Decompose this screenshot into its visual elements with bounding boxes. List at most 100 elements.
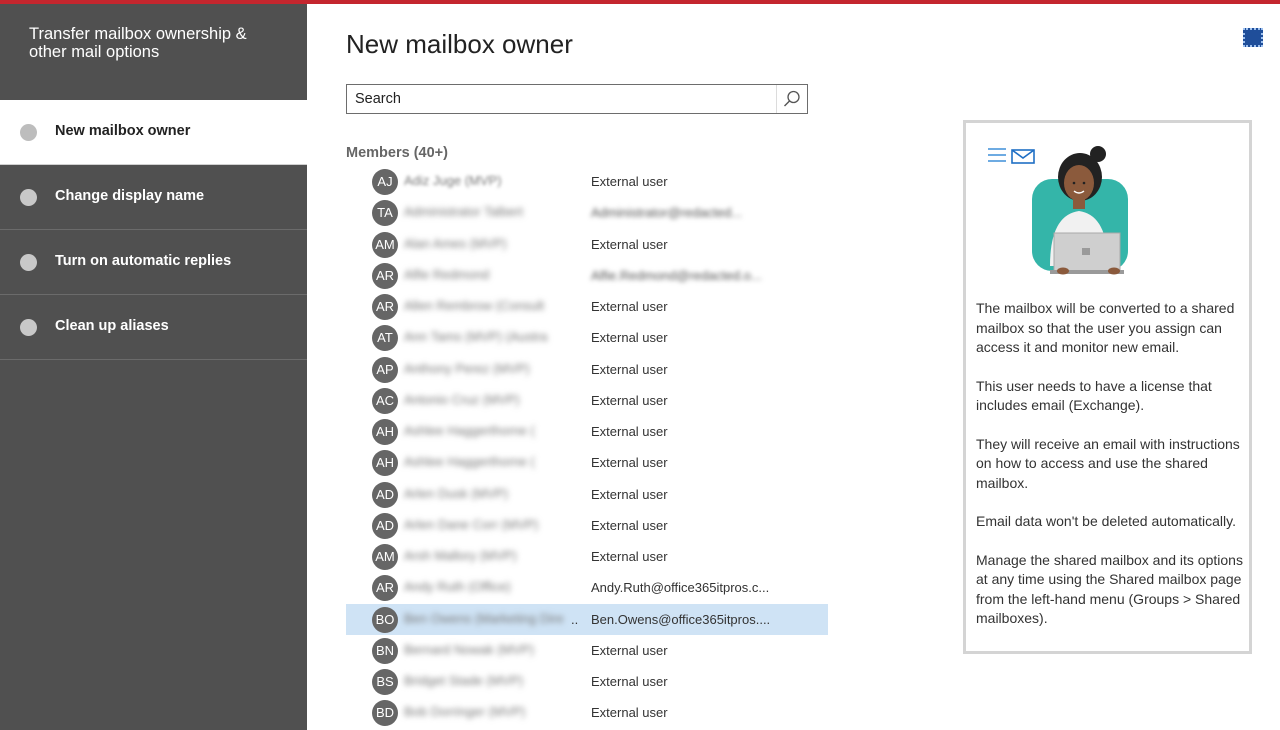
member-row[interactable]: AD Arlen Dusk (MVP) External user (346, 479, 828, 510)
avatar: AH (372, 450, 398, 477)
members-list: AJ Adiz Juge (MVP) External user TA Administ… (346, 166, 828, 730)
avatar: AM (372, 231, 398, 258)
avatar: TA (372, 200, 398, 227)
member-row[interactable]: AC Antonio Cruz (MVP) External user (346, 385, 828, 416)
member-name: Adiz Juge (MVP) (404, 173, 502, 188)
member-email: External user (591, 424, 668, 439)
search-input[interactable] (347, 85, 777, 113)
step-change-display-name[interactable]: Change display name (0, 165, 307, 230)
avatar: AR (372, 294, 398, 320)
person-with-laptop-illustration (988, 146, 1128, 275)
member-email: Andy.Ruth@office365itpros.c... (591, 580, 770, 596)
info-paragraph: Email data won't be deleted automaticall… (976, 513, 1237, 529)
step-label: Clean up aliases (55, 318, 169, 334)
avatar: BO (372, 606, 398, 633)
member-email: External user (591, 330, 668, 346)
member-email: External user (591, 174, 668, 189)
member-row[interactable]: BO Ben Owens (Marketing Dire.. Ben.Owens@o… (346, 603, 828, 635)
step-indicator-icon (20, 319, 37, 336)
member-row[interactable]: AD Arlen Dane Corr (MVP) External user (346, 510, 828, 541)
member-row[interactable]: TA Administrator Talbert Administrator@red… (346, 197, 828, 228)
member-name: Bridget Stade (MVP) (404, 673, 524, 688)
info-text: The mailbox will be converted to a share… (976, 299, 1246, 648)
avatar: AC (372, 387, 398, 414)
step-indicator-icon (20, 124, 37, 141)
page-title: New mailbox owner (346, 29, 573, 59)
member-email: External user (591, 299, 668, 314)
member-name: Alfie Redmond (404, 266, 490, 282)
member-row[interactable]: AH Ashlee Haggerthorne (External user (346, 447, 828, 478)
search-button[interactable] (776, 85, 807, 113)
member-name: Alan Ames (MVP) (404, 235, 507, 251)
member-email: External user (591, 642, 668, 658)
avatar: BN (372, 637, 398, 664)
member-email: External user (591, 549, 668, 564)
member-name-ellipsis: .. (571, 611, 579, 627)
member-name: Ashlee Haggerthorne ( (404, 423, 535, 438)
member-email: External user (591, 392, 668, 408)
avatar: AD (372, 512, 398, 539)
search-icon (784, 90, 800, 107)
avatar: AM (372, 544, 398, 570)
member-email: External user (591, 236, 668, 252)
step-indicator-icon (20, 189, 37, 206)
member-name: Administrator Talbert (404, 204, 523, 220)
info-paragraph: The mailbox will be converted to a share… (976, 300, 1235, 355)
member-row[interactable]: BS Bridget Stade (MVP) External user (346, 666, 828, 697)
step-label: New mailbox owner (55, 123, 191, 139)
member-row[interactable]: AT Ann Tams (MVP) (Austra External user (346, 322, 828, 353)
member-row[interactable]: AR Allen Rembrow (Consult External user (346, 291, 828, 322)
avatar: AP (372, 356, 398, 383)
member-name: Ann Tams (MVP) (Austra (404, 329, 548, 345)
member-name: Allen Rembrow (Consult (404, 298, 545, 313)
avatar: AR (372, 575, 398, 602)
member-row[interactable]: AM Alan Ames (MVP) External user (346, 229, 828, 260)
member-row[interactable]: BN Bernard Nowak (MVP) External user (346, 635, 828, 666)
step-automatic-replies[interactable]: Turn on automatic replies (0, 230, 307, 295)
step-label: Change display name (55, 188, 205, 204)
member-row[interactable]: AR Alfie Redmond Alfie.Redmond@redacted.o.… (346, 260, 828, 291)
member-email: External user (591, 705, 668, 721)
avatar: BD (372, 700, 398, 727)
member-email: External user (591, 517, 668, 533)
member-name: Arlen Dusk (MVP) (404, 485, 509, 501)
avatar: AR (372, 262, 398, 289)
member-email: External user (591, 674, 668, 689)
step-clean-up-aliases[interactable]: Clean up aliases (0, 295, 307, 360)
member-name: Antonio Cruz (MVP) (404, 391, 520, 407)
member-row[interactable]: AH Ashlee Haggerthorne ( External user (346, 416, 828, 447)
avatar: BS (372, 669, 398, 695)
member-email: External user (591, 486, 668, 502)
avatar: AT (372, 325, 398, 352)
wizard-title: Transfer mailbox ownership & other mail … (29, 25, 247, 61)
member-name: Andy Ruth (Office) (404, 579, 511, 595)
avatar: AD (372, 481, 398, 508)
members-header: Members (40+) (346, 145, 448, 161)
member-name: Arsh Mallory (MVP) (404, 548, 517, 563)
avatar: AJ (372, 169, 398, 195)
member-email: External user (591, 361, 668, 377)
avatar: AH (372, 419, 398, 445)
search-box (346, 84, 808, 114)
member-email: Ben.Owens@office365itpros.... (591, 611, 771, 627)
member-email: Administrator@redacted... (591, 205, 743, 221)
step-indicator-icon (20, 254, 37, 271)
member-row[interactable]: AM Arsh Mallory (MVP) External user (346, 541, 828, 572)
member-name: Bernard Nowak (MVP) (404, 641, 535, 657)
member-name: Anthony Perez (MVP) (404, 360, 530, 376)
info-paragraph: Manage the shared mailbox and its option… (976, 551, 1243, 627)
member-email: Alfie.Redmond@redacted.o... (591, 267, 762, 283)
step-label: Turn on automatic replies (55, 253, 232, 269)
member-name: Arlen Dane Corr (MVP) (404, 516, 539, 532)
info-paragraph: This user needs to have a license that i… (976, 377, 1212, 414)
member-row[interactable]: BD Bob Dorringer (MVP) External user (346, 697, 828, 728)
wizard-sidebar: Transfer mailbox ownership & other mail … (0, 4, 307, 730)
step-new-mailbox-owner[interactable]: New mailbox owner (0, 100, 307, 165)
app-launcher-icon[interactable] (1243, 28, 1263, 47)
member-row[interactable]: AR Andy Ruth (Office) Andy.Ruth@office365i… (346, 572, 828, 603)
member-row[interactable]: AP Anthony Perez (MVP) External user (346, 354, 828, 385)
member-email: External user (591, 455, 668, 471)
member-name: Ben Owens (Marketing Dire (404, 610, 564, 626)
member-row[interactable]: AJ Adiz Juge (MVP) External user (346, 166, 828, 197)
member-name: Bob Dorringer (MVP) (404, 704, 526, 720)
